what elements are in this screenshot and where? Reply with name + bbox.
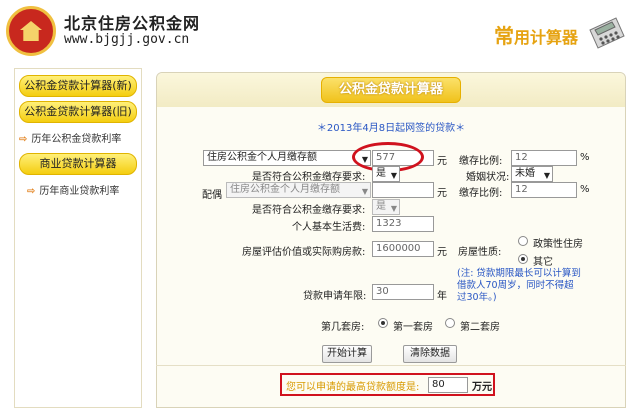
spouse-deposit-input[interactable] xyxy=(372,182,434,198)
term-input[interactable]: 30 xyxy=(372,284,434,300)
sidebar-item-commercial-calc[interactable]: 商业贷款计算器 xyxy=(19,153,137,175)
panel-header: 公积金贷款计算器 xyxy=(157,73,625,107)
marriage-select[interactable]: 未婚 ▼ xyxy=(511,166,553,182)
house-type-other-radio[interactable] xyxy=(518,254,528,264)
chevron-down-icon: ▼ xyxy=(390,204,397,213)
spouse-deposit-type-select[interactable]: 住房公积金个人月缴存额 ▼ xyxy=(226,182,371,198)
panel-title: 公积金贷款计算器 xyxy=(321,77,461,103)
term-label: 贷款申请年限: xyxy=(303,291,367,302)
deposit-type-select[interactable]: 住房公积金个人月缴存额 ▼ xyxy=(203,150,371,166)
first-house-label: 第一套房 xyxy=(393,322,433,333)
living-cost-label: 个人基本生活费: xyxy=(292,222,366,233)
house-type-policy-label: 政策性住房 xyxy=(533,239,583,250)
price-label: 房屋评估价值或实际购房款: xyxy=(242,247,366,258)
site-header: 北京住房公积金网 www.bjgjj.gov.cn 常用计算器 xyxy=(0,0,640,64)
panel-note: ＊2013年4月8日起网签的贷款＊ xyxy=(316,123,466,134)
chevron-down-icon: ▼ xyxy=(390,171,397,180)
spouse-eligible-select[interactable]: 是 ▼ xyxy=(372,199,400,215)
sidebar-item-provident-calc-old[interactable]: 公积金贷款计算器(旧) xyxy=(19,101,137,123)
price-input[interactable]: 1600000 xyxy=(372,241,434,257)
arrow-icon: ⇨ xyxy=(19,134,28,145)
chevron-down-icon: ▼ xyxy=(543,171,550,180)
marriage-label: 婚姻状况: xyxy=(466,172,510,183)
house-type-label: 房屋性质: xyxy=(458,247,502,258)
unit-percent: % xyxy=(580,184,590,195)
unit-yuan: 元 xyxy=(437,188,447,199)
arrow-icon: ⇨ xyxy=(27,186,36,197)
first-house-radio[interactable] xyxy=(378,318,388,328)
unit-percent: % xyxy=(580,152,590,163)
eligible-label: 是否符合公积金缴存要求: xyxy=(252,172,366,183)
house-type-other-label: 其它 xyxy=(533,257,553,268)
second-house-label: 第二套房 xyxy=(460,322,500,333)
spouse-label: 配偶 xyxy=(202,190,222,201)
spouse-ratio-label: 缴存比例: xyxy=(459,188,503,199)
sidebar-item-commercial-rates[interactable]: ⇨ 历年商业贷款利率 xyxy=(27,182,119,197)
spouse-eligible-label: 是否符合公积金缴存要求: xyxy=(252,205,366,216)
unit-yuan: 元 xyxy=(437,247,447,258)
calculate-button[interactable]: 开始计算 xyxy=(322,345,372,363)
result-label: 您可以申请的最高贷款额度是: xyxy=(286,382,420,393)
unit-year: 年 xyxy=(437,291,447,302)
ratio-input[interactable]: 12 xyxy=(511,150,577,166)
unit-yuan: 元 xyxy=(437,156,447,167)
divider xyxy=(156,365,626,366)
spouse-ratio-input[interactable]: 12 xyxy=(511,182,577,198)
ratio-label: 缴存比例: xyxy=(459,156,503,167)
living-cost-input[interactable]: 1323 xyxy=(372,216,434,232)
site-url: www.bjgjj.gov.cn xyxy=(64,32,190,47)
result-value: 80 xyxy=(428,377,468,393)
sidebar: 公积金贷款计算器(新) 公积金贷款计算器(旧) ⇨ 历年公积金贷款利率 商业贷款计… xyxy=(14,68,142,408)
calculator-tag: 常用计算器 xyxy=(494,24,579,48)
calculator-icon xyxy=(589,17,625,49)
site-title: 北京住房公积金网 xyxy=(64,14,201,33)
which-house-label: 第几套房: xyxy=(321,322,365,333)
sidebar-item-provident-calc-new[interactable]: 公积金贷款计算器(新) xyxy=(19,75,137,97)
logo-icon xyxy=(6,6,56,56)
second-house-radio[interactable] xyxy=(445,318,455,328)
result-unit: 万元 xyxy=(472,382,492,393)
term-hint: (注: 贷款期限最长可以计算到借款人70周岁，同时不得超过30年。) xyxy=(457,268,581,303)
eligible-select[interactable]: 是 ▼ xyxy=(372,166,400,182)
clear-button[interactable]: 清除数据 xyxy=(403,345,457,363)
house-type-policy-radio[interactable] xyxy=(518,236,528,246)
sidebar-item-provident-rates[interactable]: ⇨ 历年公积金贷款利率 xyxy=(19,130,121,145)
chevron-down-icon: ▼ xyxy=(361,187,368,196)
